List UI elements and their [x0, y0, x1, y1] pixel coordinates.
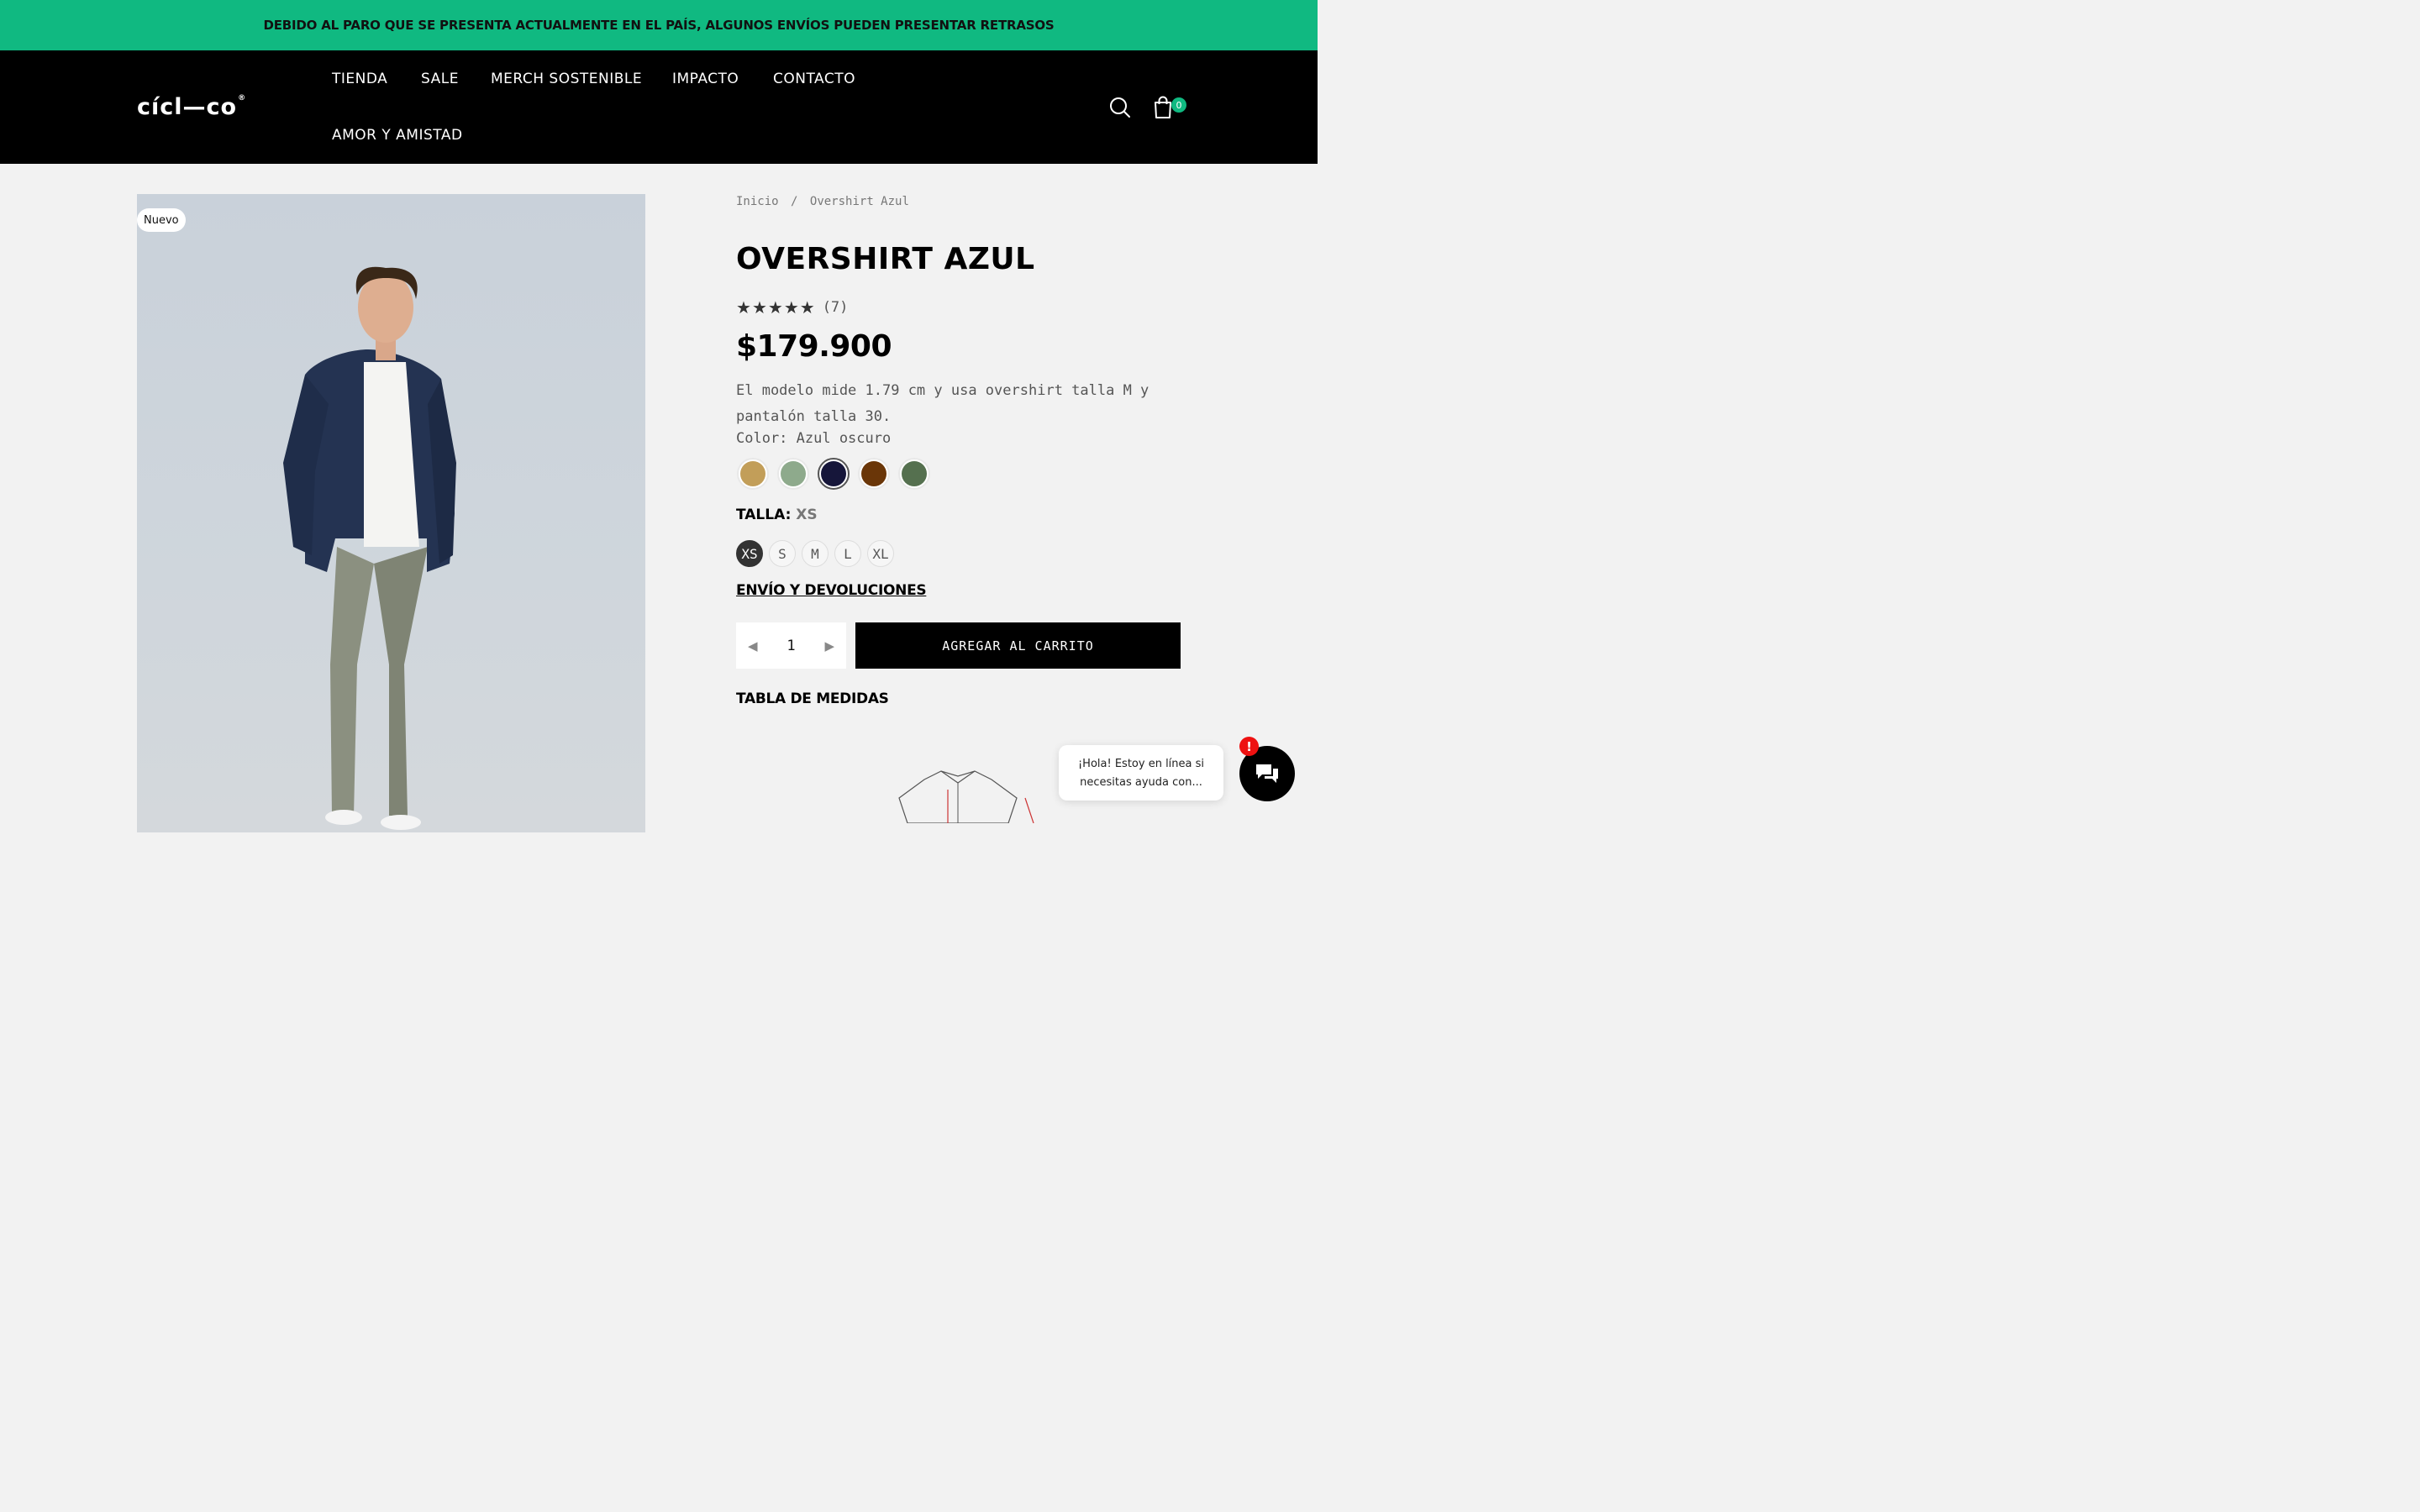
size-label-text: TALLA:: [736, 507, 792, 523]
star-icon: ★: [751, 297, 767, 318]
size-chart-title: TABLA DE MEDIDAS: [736, 690, 889, 707]
star-icon: ★: [767, 297, 783, 318]
chat-alert-badge: !: [1239, 737, 1259, 756]
size-option-l[interactable]: L: [834, 540, 861, 567]
star-icon: ★: [736, 297, 751, 318]
size-options: XS S M L XL: [736, 540, 900, 567]
color-label: Color: Azul oscuro: [736, 430, 892, 447]
color-swatch-brown[interactable]: [858, 458, 890, 490]
model-photo: [283, 266, 456, 830]
quantity-stepper: ◀ 1 ▶: [736, 622, 846, 669]
shopping-bag-icon[interactable]: [1153, 96, 1173, 119]
product-title: OVERSHIRT AZUL: [736, 242, 1035, 276]
star-icon: ★: [783, 297, 799, 318]
nav-item-merch-sostenible[interactable]: MERCH SOSTENIBLE: [491, 71, 642, 87]
nav-item-impacto[interactable]: IMPACTO: [672, 71, 739, 87]
size-selected-value: XS: [796, 507, 818, 523]
chat-icon: [1256, 764, 1278, 783]
breadcrumb-separator: /: [791, 195, 798, 208]
product-price: $179.900: [736, 329, 892, 364]
breadcrumb-home[interactable]: Inicio: [736, 195, 779, 208]
logo-text: cícl—co: [137, 94, 238, 120]
product-image[interactable]: [137, 194, 645, 832]
size-option-m[interactable]: M: [802, 540, 829, 567]
size-option-xl[interactable]: XL: [867, 540, 894, 567]
color-swatch-navy[interactable]: [818, 458, 850, 490]
increase-quantity-icon[interactable]: ▶: [824, 638, 834, 654]
chat-greeting-bubble[interactable]: ¡Hola! Estoy en línea si necesitas ayuda…: [1059, 745, 1223, 801]
add-to-cart-button[interactable]: AGREGAR AL CARRITO: [855, 622, 1181, 669]
rating[interactable]: ★ ★ ★ ★ ★ (7): [736, 297, 848, 318]
star-icon: ★: [799, 297, 815, 318]
logo-mark: ®: [238, 94, 247, 102]
size-option-xs[interactable]: XS: [736, 540, 763, 567]
nav-item-contacto[interactable]: CONTACTO: [773, 71, 855, 87]
cart-count-badge: 0: [1171, 97, 1186, 113]
color-swatch-tan[interactable]: [737, 458, 769, 490]
quantity-value[interactable]: 1: [786, 638, 795, 654]
announcement-bar: DEBIDO AL PARO QUE SE PRESENTA ACTUALMEN…: [0, 0, 1318, 50]
size-option-s[interactable]: S: [769, 540, 796, 567]
color-swatches: [737, 458, 939, 490]
rating-count: (7): [822, 299, 849, 316]
nav-item-tienda[interactable]: TIENDA: [332, 71, 387, 87]
nav-item-amor-y-amistad[interactable]: AMOR Y AMISTAD: [332, 127, 463, 144]
breadcrumb-current: Overshirt Azul: [809, 195, 909, 208]
color-swatch-green[interactable]: [898, 458, 930, 490]
nav-item-sale[interactable]: SALE: [421, 71, 459, 87]
breadcrumb: Inicio / Overshirt Azul: [736, 195, 914, 208]
new-badge: Nuevo: [137, 208, 186, 232]
size-label: TALLA: XS: [736, 507, 818, 523]
color-swatch-sage[interactable]: [777, 458, 809, 490]
search-icon[interactable]: [1109, 97, 1131, 118]
decrease-quantity-icon[interactable]: ◀: [748, 638, 758, 654]
site-logo[interactable]: cícl—co®: [137, 94, 246, 120]
product-description: El modelo mide 1.79 cm y usa overshirt t…: [736, 382, 1150, 425]
shipping-returns-link[interactable]: ENVÍO Y DEVOLUCIONES: [736, 582, 927, 599]
size-chart-shirt-icon: [898, 770, 1034, 823]
announcement-text: DEBIDO AL PARO QUE SE PRESENTA ACTUALMEN…: [263, 18, 1055, 33]
